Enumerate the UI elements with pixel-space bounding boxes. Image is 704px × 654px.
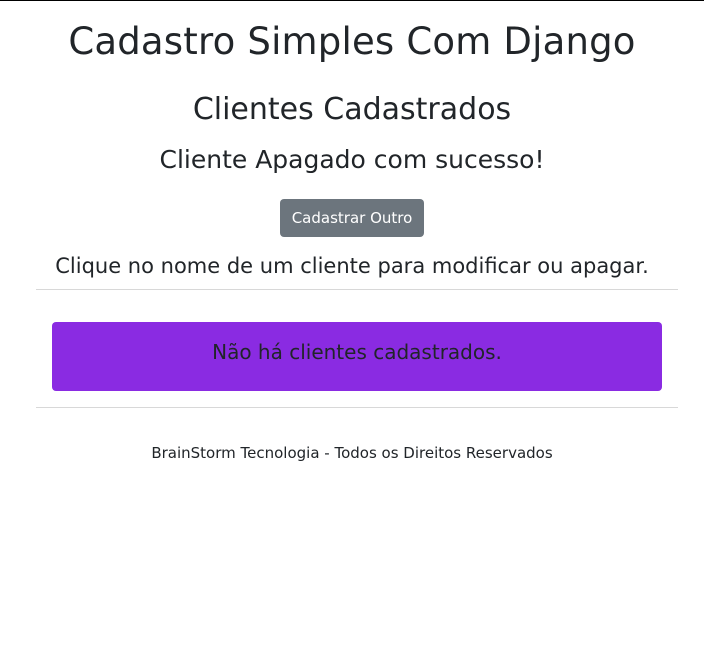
success-message: Cliente Apagado com sucesso!	[159, 145, 545, 174]
button-container: Cadastrar Outro	[0, 175, 704, 237]
empty-list-alert: Não há clientes cadastrados.	[52, 322, 662, 391]
register-another-button[interactable]: Cadastrar Outro	[280, 199, 424, 237]
client-list: Não há clientes cadastrados.	[0, 290, 704, 407]
section-title: Clientes Cadastrados	[192, 92, 512, 127]
page-title: Cadastro Simples Com Django	[68, 20, 636, 63]
footer-text: BrainStorm Tecnologia - Todos os Direito…	[151, 444, 553, 462]
page-container: Cadastro Simples Com Django Clientes Cad…	[0, 1, 704, 463]
instruction-text: Clique no nome de um cliente para modifi…	[55, 254, 649, 278]
